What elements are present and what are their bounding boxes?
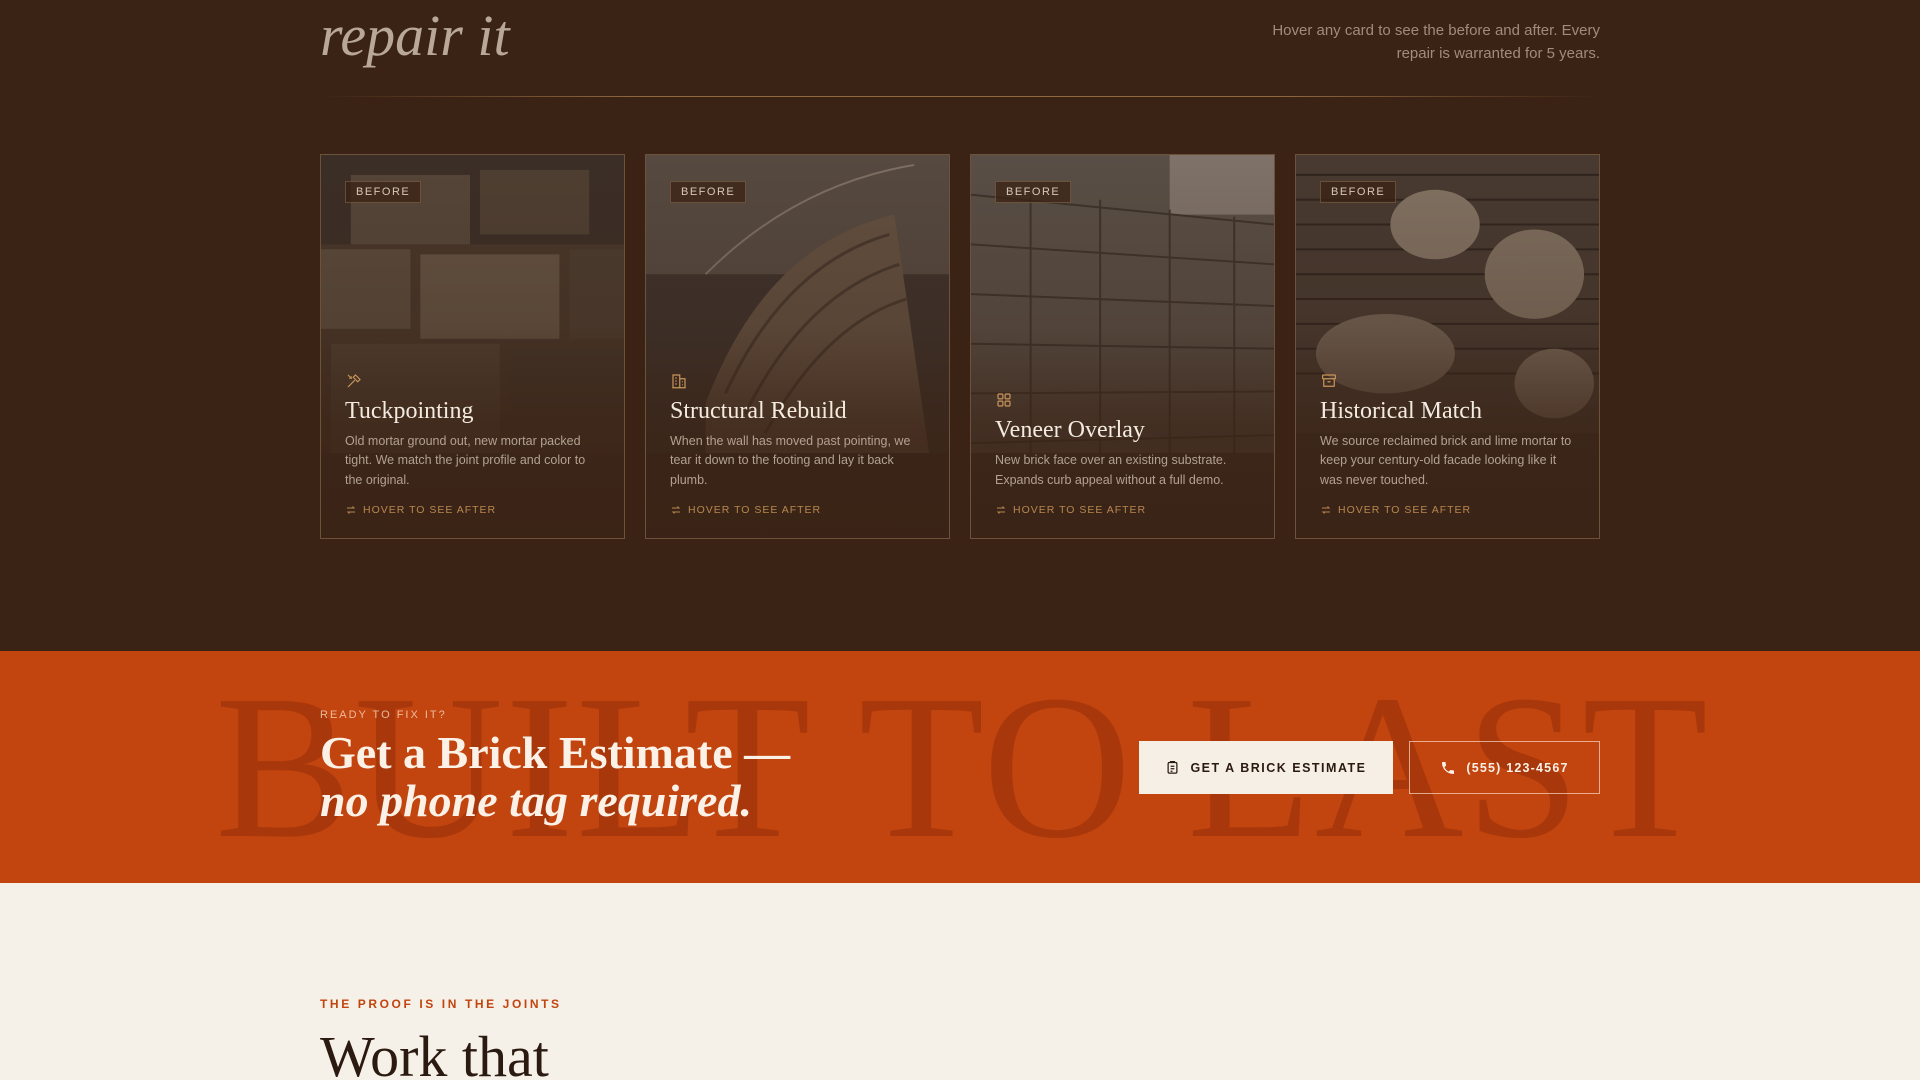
service-card-veneer-overlay[interactable]: BEFORE Veneer Overlay New brick face ove… [970,154,1275,539]
phone-button[interactable]: (555) 123-4567 [1409,741,1600,794]
before-badge: BEFORE [345,181,422,203]
tools-icon [347,373,361,387]
before-badge: BEFORE [995,181,1072,203]
swap-icon [346,506,356,514]
card-body: Historical Match We source reclaimed bri… [1320,372,1579,516]
hover-hint: HOVER TO SEE AFTER [1320,504,1579,516]
service-card-structural-rebuild[interactable]: BEFORE Structural Rebuild When the wall … [645,154,950,539]
clipboard-icon [1167,760,1178,774]
card-text: Old mortar ground out, new mortar packed… [345,433,586,487]
card-body: Veneer Overlay New brick face over an ex… [995,391,1254,516]
before-badge: BEFORE [1320,181,1397,203]
hover-hint: HOVER TO SEE AFTER [345,504,604,516]
hover-hint: HOVER TO SEE AFTER [670,504,929,516]
grid-icon [997,393,1011,407]
get-estimate-label: GET A BRICK ESTIMATE [1190,760,1367,775]
hover-hint-label: HOVER TO SEE AFTER [1013,504,1147,516]
card-title: Historical Match [1320,397,1482,424]
building-icon [672,373,686,388]
service-card-tuckpointing[interactable]: BEFORE Tuckpointing Old mortar ground ou… [320,154,625,539]
archive-icon [1322,373,1336,387]
cta-headline-line1: Get a Brick Estimate — [320,727,791,778]
section-description: Hover any card to see the before and aft… [1272,22,1600,62]
card-text: New brick face over an existing substrat… [995,453,1227,487]
hover-hint-label: HOVER TO SEE AFTER [363,504,497,516]
phone-number: (555) 123-4567 [1466,760,1569,775]
before-badge: BEFORE [670,181,747,203]
swap-icon [1321,506,1331,514]
cta-headline: Get a Brick Estimate — no phone tag requ… [320,729,880,825]
card-body: Structural Rebuild When the wall has mov… [670,372,929,516]
card-title: Tuckpointing [345,397,474,424]
card-title: Structural Rebuild [670,397,847,424]
service-card-historical-match[interactable]: BEFORE Historical Match We source reclai… [1295,154,1600,539]
phone-icon [1442,761,1455,774]
card-body: Tuckpointing Old mortar ground out, new … [345,372,604,516]
proof-eyebrow: THE PROOF IS IN THE JOINTS [320,997,562,1011]
service-cards: BEFORE Tuckpointing Old mortar ground ou… [320,154,1600,539]
proof-title: Work that [320,1024,549,1080]
hover-hint-label: HOVER TO SEE AFTER [1338,504,1472,516]
divider [320,96,1600,97]
card-title: Veneer Overlay [995,417,1145,443]
hover-hint: HOVER TO SEE AFTER [995,504,1254,516]
proof-section: THE PROOF IS IN THE JOINTS Work that [0,883,1920,1080]
card-text: When the wall has moved past pointing, w… [670,433,911,487]
cta-section: BUILT TO LAST READY TO FIX IT? Get a Bri… [0,651,1920,883]
card-text: We source reclaimed brick and lime morta… [1320,433,1572,487]
section-title: repair it [320,3,510,68]
swap-icon [671,506,681,514]
services-section: repair it Hover any card to see the befo… [0,0,1920,651]
hover-hint-label: HOVER TO SEE AFTER [688,504,822,516]
swap-icon [996,506,1006,514]
cta-eyebrow: READY TO FIX IT? [320,709,447,721]
cta-headline-line2: no phone tag required. [320,775,752,826]
get-estimate-button[interactable]: GET A BRICK ESTIMATE [1139,741,1393,794]
